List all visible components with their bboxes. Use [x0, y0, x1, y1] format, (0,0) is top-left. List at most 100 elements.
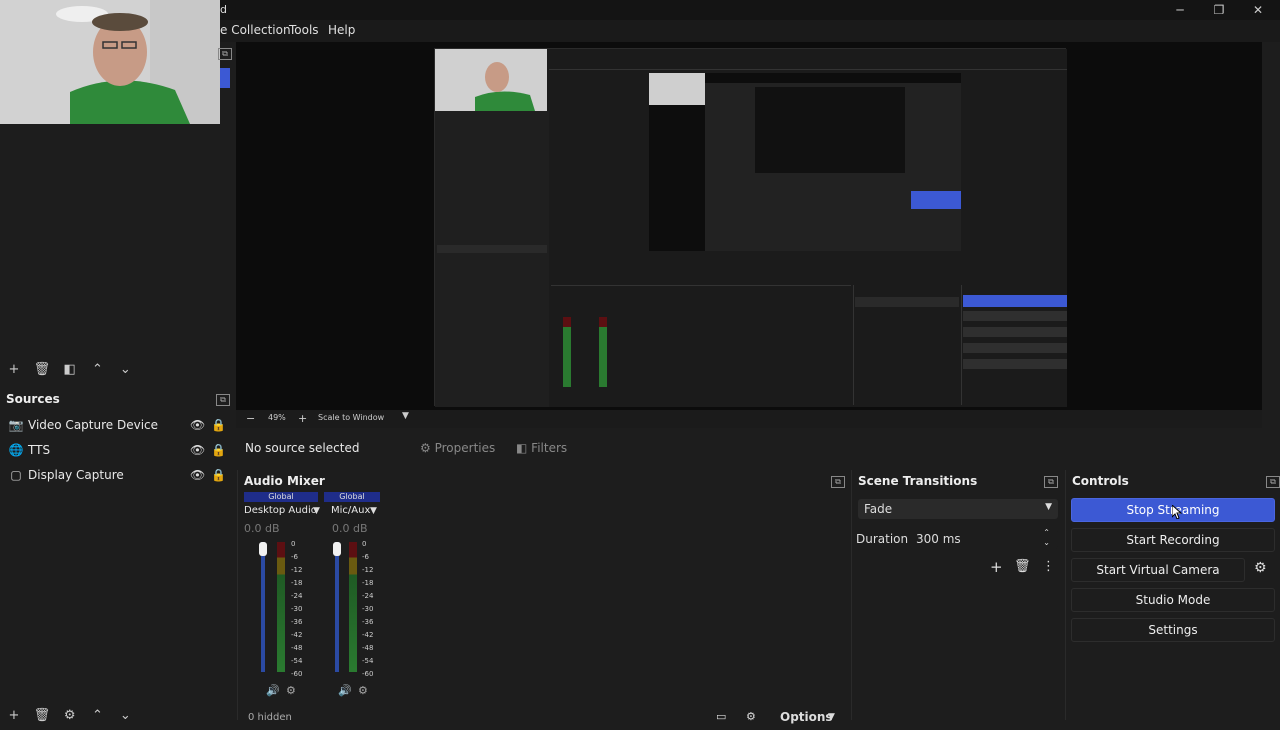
- mic-aux-settings-icon[interactable]: ⚙: [358, 684, 368, 697]
- options-chevron-icon[interactable]: ▼: [828, 712, 835, 722]
- mic-aux-fader-track[interactable]: [335, 542, 339, 672]
- desktop-audio-db: 0.0 dB: [244, 522, 280, 535]
- restore-button[interactable]: ❐: [1199, 0, 1239, 20]
- duration-label: Duration: [856, 532, 909, 546]
- controls-popout-icon[interactable]: ⧉: [1266, 476, 1280, 488]
- start-virtual-camera-button[interactable]: Start Virtual Camera: [1071, 558, 1245, 582]
- tick-label: -30: [291, 605, 303, 613]
- studio-mode-button[interactable]: Studio Mode: [1071, 588, 1275, 612]
- controls-title: Controls: [1072, 474, 1129, 488]
- mixer-advanced-icon[interactable]: ⚙: [746, 710, 756, 723]
- close-button[interactable]: ✕: [1238, 0, 1278, 20]
- scale-mode-select[interactable]: Scale to Window: [318, 413, 384, 422]
- source-item-tts[interactable]: 🌐 TTS 👁 🔒: [8, 443, 228, 467]
- remove-source-icon[interactable]: 🗑: [30, 708, 54, 723]
- mixer-options-button[interactable]: Options: [780, 710, 833, 724]
- channel-global-badge: Global: [324, 492, 380, 502]
- desktop-audio-fader-knob[interactable]: [259, 542, 267, 556]
- sources-toolbar: + 🗑 ⚙ ⌃ ⌄: [2, 708, 137, 730]
- scenes-popout-icon[interactable]: ⧉: [218, 48, 232, 60]
- menu-tools[interactable]: Tools: [289, 23, 319, 37]
- properties-bar: No source selected ⚙ Properties ◧ Filter…: [236, 434, 1280, 462]
- mixer-layout-icon[interactable]: ▭: [716, 710, 726, 723]
- zoom-out-icon[interactable]: −: [246, 412, 255, 425]
- sources-popout-icon[interactable]: ⧉: [216, 394, 230, 406]
- eye-icon[interactable]: 👁: [190, 418, 205, 432]
- scene-filter-icon[interactable]: ◧: [58, 362, 82, 377]
- tick-label: -42: [362, 631, 374, 639]
- settings-button[interactable]: Settings: [1071, 618, 1275, 642]
- eye-icon[interactable]: 👁: [190, 443, 205, 457]
- menu-help[interactable]: Help: [328, 23, 355, 37]
- filters-button[interactable]: ◧ Filters: [516, 437, 576, 459]
- lock-icon[interactable]: 🔒: [211, 418, 226, 432]
- recursive-preview-image: [435, 49, 1067, 407]
- globe-icon: 🌐: [8, 443, 24, 457]
- no-source-label: No source selected: [245, 441, 360, 455]
- move-scene-up-icon[interactable]: ⌃: [85, 362, 109, 377]
- preview-canvas[interactable]: [236, 42, 1262, 410]
- transition-select[interactable]: Fade ▼: [858, 499, 1058, 519]
- tick-label: -54: [362, 657, 374, 665]
- source-properties-icon[interactable]: ⚙: [58, 708, 82, 723]
- mic-aux-scale: 0 -6 -12 -18 -24 -30 -36 -42 -48 -54 -60: [362, 540, 382, 680]
- desktop-audio-scale: 0 -6 -12 -18 -24 -30 -36 -42 -48 -54 -60: [291, 540, 311, 680]
- source-label: Video Capture Device: [28, 418, 159, 432]
- add-transition-icon[interactable]: +: [990, 558, 1003, 576]
- eye-icon[interactable]: 👁: [190, 468, 205, 482]
- tick-label: -48: [362, 644, 374, 652]
- remove-transition-icon[interactable]: 🗑: [1014, 559, 1031, 574]
- gear-icon: ⚙: [420, 441, 431, 455]
- tick-label: -54: [291, 657, 303, 665]
- transitions-popout-icon[interactable]: ⧉: [1044, 476, 1058, 488]
- properties-label: Properties: [434, 441, 496, 455]
- desktop-audio-meter: [277, 542, 285, 672]
- mic-aux-menu-chevron-icon[interactable]: ▼: [370, 506, 377, 516]
- lock-icon[interactable]: 🔒: [211, 468, 226, 482]
- tick-label: 0: [291, 540, 296, 548]
- audio-mixer-dock: Audio Mixer ⧉ Global Desktop Audio ▼ 0.0…: [237, 470, 849, 724]
- mic-aux-mute-icon[interactable]: 🔊: [338, 684, 352, 697]
- minimize-button[interactable]: ─: [1160, 0, 1200, 20]
- remove-scene-icon[interactable]: 🗑: [30, 362, 54, 377]
- desktop-audio-settings-icon[interactable]: ⚙: [286, 684, 296, 697]
- source-item-display-capture[interactable]: ▢ Display Capture 👁 🔒: [8, 468, 228, 492]
- selected-scene-indicator: [220, 68, 230, 88]
- scene-transitions-dock: Scene Transitions ⧉ Fade ▼ Duration 300 …: [851, 470, 1063, 720]
- add-source-icon[interactable]: +: [2, 708, 26, 723]
- start-recording-button[interactable]: Start Recording: [1071, 528, 1275, 552]
- tick-label: -6: [362, 553, 369, 561]
- tick-label: -18: [362, 579, 374, 587]
- tick-label: -24: [291, 592, 303, 600]
- channel-global-badge: Global: [244, 492, 318, 502]
- tick-label: -48: [291, 644, 303, 652]
- mic-aux-db: 0.0 dB: [332, 522, 368, 535]
- add-scene-icon[interactable]: +: [2, 362, 26, 377]
- spinner-arrows-icon[interactable]: ⌃ ⌄: [1043, 528, 1050, 548]
- mic-aux-meter: [349, 542, 357, 672]
- desktop-audio-mute-icon[interactable]: 🔊: [266, 684, 280, 697]
- filter-icon: ◧: [516, 441, 528, 455]
- source-item-video-capture[interactable]: 📷 Video Capture Device 👁 🔒: [8, 418, 228, 442]
- mic-aux-label: Mic/Aux: [331, 505, 371, 516]
- camera-icon: 📷: [8, 418, 24, 432]
- move-source-up-icon[interactable]: ⌃: [85, 708, 109, 723]
- audio-mixer-popout-icon[interactable]: ⧉: [831, 476, 845, 488]
- tick-label: -12: [362, 566, 374, 574]
- scenes-toolbar: + 🗑 ◧ ⌃ ⌄: [2, 362, 137, 384]
- menu-scene-collection[interactable]: e Collection: [220, 23, 291, 37]
- virtual-camera-settings-gear-icon[interactable]: ⚙: [1254, 560, 1267, 576]
- lock-icon[interactable]: 🔒: [211, 443, 226, 457]
- chevron-down-icon: ▼: [1045, 502, 1052, 512]
- desktop-audio-fader-track[interactable]: [261, 542, 265, 672]
- tick-label: -36: [362, 618, 374, 626]
- zoom-in-icon[interactable]: +: [298, 412, 307, 425]
- transition-more-icon[interactable]: ⋮: [1042, 559, 1055, 574]
- scale-mode-chevron-icon[interactable]: ▼: [402, 411, 409, 421]
- properties-button[interactable]: ⚙ Properties: [420, 437, 500, 459]
- move-source-down-icon[interactable]: ⌄: [113, 708, 137, 723]
- desktop-audio-menu-chevron-icon[interactable]: ▼: [313, 506, 320, 516]
- move-scene-down-icon[interactable]: ⌄: [113, 362, 137, 377]
- duration-input[interactable]: 300 ms ⌃ ⌄: [910, 528, 1058, 549]
- mic-aux-fader-knob[interactable]: [333, 542, 341, 556]
